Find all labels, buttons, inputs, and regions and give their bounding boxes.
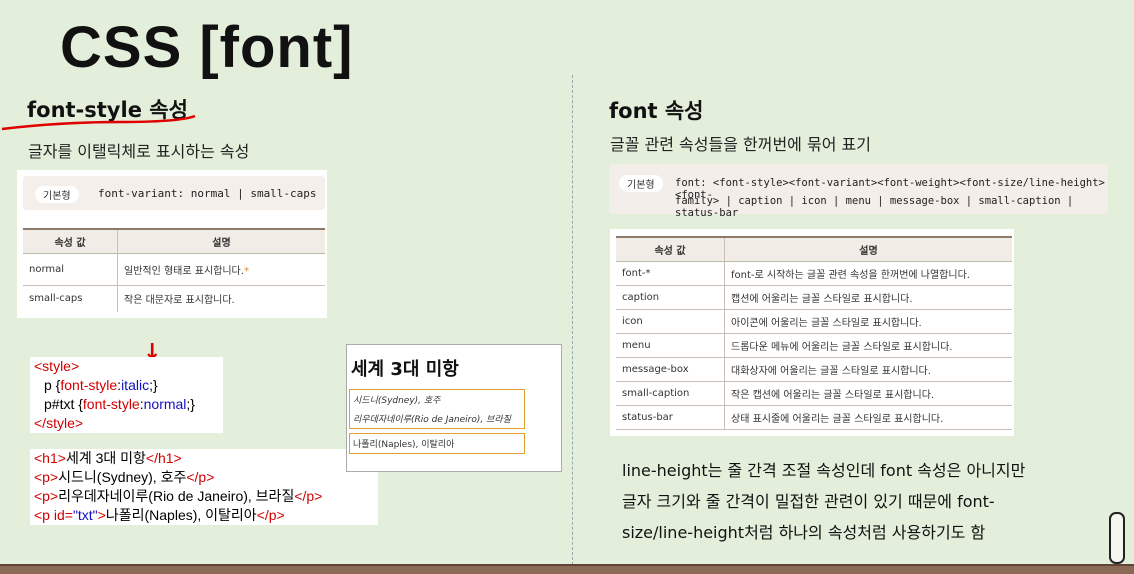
code-text: 세계 3대 미항 [65, 450, 146, 466]
code-tag: <p> [34, 469, 59, 485]
code-tag: <p> [34, 488, 59, 504]
left-reference-card: 기본형 font-variant: normal | small-caps 속성… [17, 170, 327, 318]
table-cell-desc: 상태 표시줄에 어울리는 글꼴 스타일로 표시합니다. [724, 405, 1012, 430]
table-cell-desc: 드롭다운 메뉴에 어울리는 글꼴 스타일로 표시합니다. [724, 333, 1012, 358]
code-tag: <h1> [34, 450, 66, 466]
asterisk-mark: * [243, 266, 249, 277]
code-line: p#txt {font-style:normal;} [34, 395, 219, 414]
code-value: italic [121, 377, 150, 393]
syntax-code-line2: family> | caption | icon | menu | messag… [675, 195, 1074, 219]
red-underline-annotation [1, 114, 196, 131]
table-cell-value: caption [616, 285, 725, 310]
code-line: <h1>세계 3대 미항</h1> [34, 449, 374, 468]
pencil-icon[interactable] [1106, 505, 1128, 567]
table-cell-value: status-bar [616, 405, 725, 430]
code-end: ;} [149, 377, 158, 393]
syntax-tag: 기본형 [619, 175, 663, 192]
right-syntax-box: 기본형 font: <font-style><font-variant><fon… [609, 164, 1108, 219]
code-selector: p { [44, 377, 61, 393]
table-cell-value: icon [616, 309, 725, 334]
table-cell-value: small-caps [23, 285, 118, 312]
table-header-desc: 설명 [724, 236, 1012, 262]
table-row: message-box 대화상자에 어울리는 글꼴 스타일로 표시합니다. [616, 357, 1012, 382]
code-text: 리우데자네이루(Rio de Janeiro), 브라질 [58, 488, 295, 504]
note-line: size/line-height처럼 하나의 속성처럼 사용하기도 함 [622, 523, 986, 542]
table-row: normal 일반적인 형태로 표시합니다.* [23, 253, 325, 286]
slide-title: CSS [font] [60, 15, 354, 80]
table-row: font-* font-로 시작하는 글꼴 관련 속성을 한꺼번에 나열합니다. [616, 261, 1012, 286]
code-style-close: </style> [34, 415, 84, 431]
right-value-table: 속성 값 설명 font-* font-로 시작하는 글꼴 관련 속성을 한꺼번에… [610, 229, 1014, 436]
table-cell-value: font-* [616, 261, 725, 286]
note-line: line-height는 줄 간격 조절 속성인데 font 속성은 아니지만 [622, 461, 1026, 480]
code-attr: id= [53, 507, 73, 523]
column-divider [572, 75, 573, 565]
table-header-desc: 설명 [117, 228, 325, 254]
syntax-code: font-variant: normal | small-caps [98, 187, 317, 200]
code-text: 시드니(Sydney), 호주 [58, 469, 187, 485]
right-description: 글꼴 관련 속성들을 한꺼번에 묶어 표기 [610, 135, 871, 154]
result-line: 나폴리(Naples), 이탈리아 [349, 433, 525, 454]
css-code-block: <style> p {font-style:italic;} p#txt {fo… [30, 357, 223, 433]
table-cell-value: menu [616, 333, 725, 358]
right-heading: font 속성 [609, 99, 704, 123]
table-row: small-caps 작은 대문자로 표시합니다. [23, 285, 325, 312]
code-attr-value: "txt" [72, 507, 98, 523]
left-syntax-box: 기본형 font-variant: normal | small-caps [23, 176, 325, 210]
html-code-block: <h1>세계 3대 미항</h1> <p>시드니(Sydney), 호주</p>… [30, 449, 378, 525]
table-cell-desc: 아이콘에 어울리는 글꼴 스타일로 표시합니다. [724, 309, 1012, 334]
code-line: <style> [34, 357, 219, 376]
table-cell-value: small-caption [616, 381, 725, 406]
table-row: caption 캡션에 어울리는 글꼴 스타일로 표시합니다. [616, 285, 1012, 310]
code-tag: </h1> [145, 450, 182, 466]
syntax-tag: 기본형 [35, 186, 79, 203]
code-property: font-style [82, 396, 140, 412]
table-cell-desc: 작은 대문자로 표시합니다. [124, 295, 235, 307]
code-line: p {font-style:italic;} [34, 376, 219, 395]
table-cell-desc: font-로 시작하는 글꼴 관련 속성을 한꺼번에 나열합니다. [724, 261, 1012, 286]
table-row: small-caption 작은 캡션에 어울리는 글꼴 스타일로 표시합니다. [616, 381, 1012, 406]
code-selector: p#txt { [44, 396, 83, 412]
code-property: font-style [60, 377, 118, 393]
code-end: ;} [186, 396, 195, 412]
code-style-open: <style> [34, 358, 80, 374]
result-line: 리우데자네이루(Rio de Janeiro), 브라질 [349, 409, 525, 429]
table-row: icon 아이콘에 어울리는 글꼴 스타일로 표시합니다. [616, 309, 1012, 334]
result-title: 세계 3대 미항 [351, 359, 459, 380]
table-cell-desc-text: 일반적인 형태로 표시합니다. [124, 266, 244, 277]
table-cell-desc: 대화상자에 어울리는 글꼴 스타일로 표시합니다. [724, 357, 1012, 382]
code-line: </style> [34, 414, 219, 433]
table-header-value: 속성 값 [23, 228, 118, 254]
code-tag: <p [34, 507, 54, 523]
table-cell-desc: 일반적인 형태로 표시합니다.* [117, 253, 325, 286]
left-value-table: 속성 값 설명 normal 일반적인 형태로 표시합니다.* small-ca… [23, 228, 325, 312]
code-tag: </p> [294, 488, 323, 504]
result-line: 시드니(Sydney), 호주 [349, 389, 525, 409]
table-header-value: 속성 값 [616, 236, 725, 262]
result-preview: 세계 3대 미항 시드니(Sydney), 호주 리우데자네이루(Rio de … [346, 344, 562, 472]
code-line: <p>리우데자네이루(Rio de Janeiro), 브라질</p> [34, 487, 374, 506]
code-tag: </p> [186, 469, 215, 485]
line-height-note: line-height는 줄 간격 조절 속성인데 font 속성은 아니지만 … [622, 455, 1102, 548]
table-cell-desc: 작은 캡션에 어울리는 글꼴 스타일로 표시합니다. [724, 381, 1012, 406]
table-row: menu 드롭다운 메뉴에 어울리는 글꼴 스타일로 표시합니다. [616, 333, 1012, 358]
table-cell-value: message-box [616, 357, 725, 382]
table-row: status-bar 상태 표시줄에 어울리는 글꼴 스타일로 표시합니다. [616, 405, 1012, 430]
code-line: <p id="txt">나폴리(Naples), 이탈리아</p> [34, 506, 374, 525]
code-tag: > [97, 507, 106, 523]
code-value: normal [143, 396, 187, 412]
note-line: 글자 크기와 줄 간격이 밀접한 관련이 있기 때문에 font- [622, 492, 995, 511]
bottom-bar [0, 564, 1134, 574]
code-line: <p>시드니(Sydney), 호주</p> [34, 468, 374, 487]
table-cell-desc: 캡션에 어울리는 글꼴 스타일로 표시합니다. [724, 285, 1012, 310]
left-description: 글자를 이탤릭체로 표시하는 속성 [28, 142, 250, 161]
code-text: 나폴리(Naples), 이탈리아 [105, 507, 257, 523]
table-cell-value: normal [23, 253, 118, 286]
code-tag: </p> [256, 507, 285, 523]
